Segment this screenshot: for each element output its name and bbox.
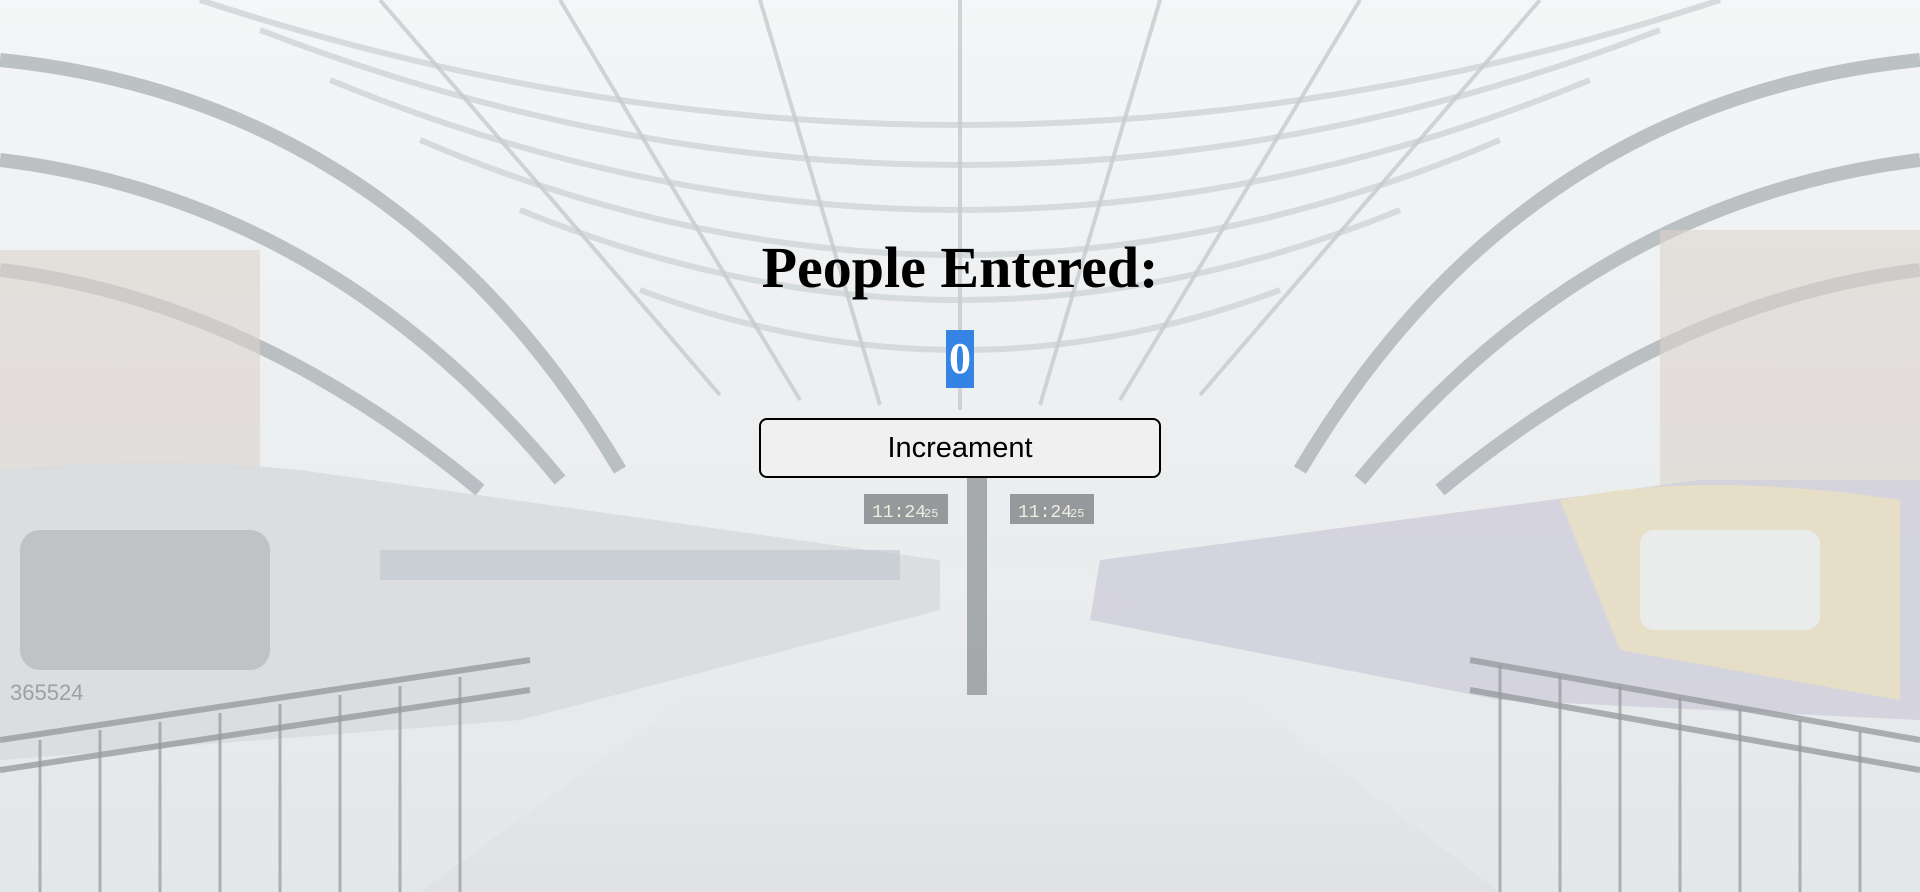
main-content: People Entered: 0 Increament bbox=[0, 0, 1920, 892]
page-title: People Entered: bbox=[761, 235, 1159, 300]
increment-button[interactable]: Increament bbox=[759, 418, 1161, 478]
people-count: 0 bbox=[946, 330, 974, 388]
counter-container: 0 bbox=[0, 330, 1920, 388]
